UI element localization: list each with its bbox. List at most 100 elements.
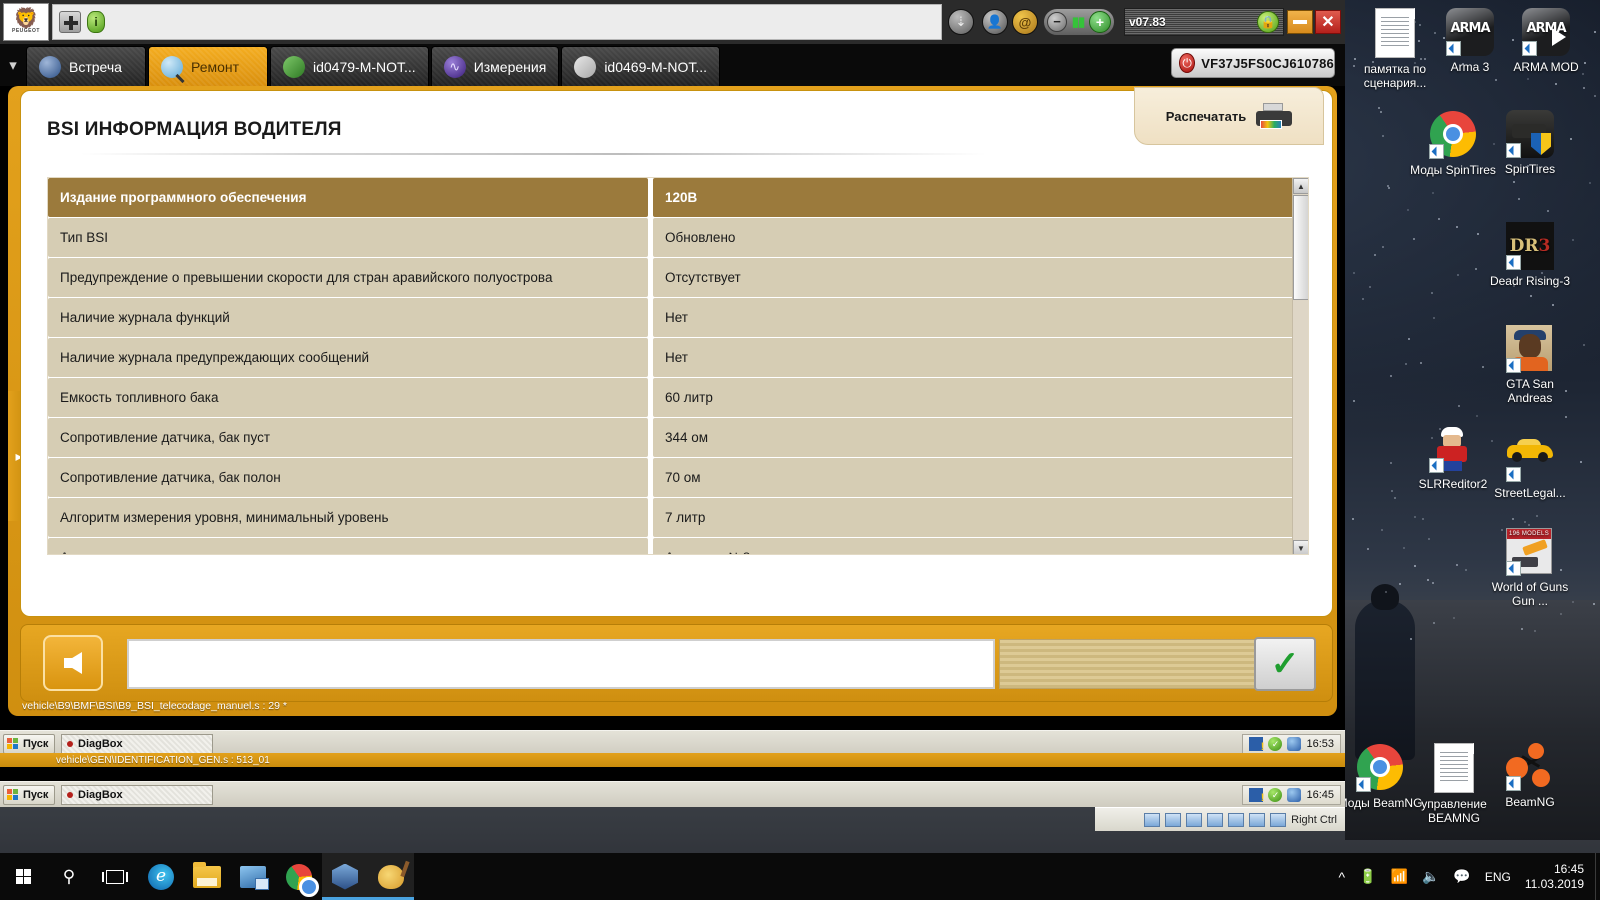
table-header-name: Издание программного обеспечения (48, 178, 648, 217)
vm-audio-icon[interactable] (1249, 813, 1265, 827)
vm-usb-icon[interactable] (1186, 813, 1202, 827)
power-icon[interactable]: ⏻ (1179, 53, 1195, 73)
virtualbox-icon[interactable] (322, 853, 368, 900)
desktop-icon-gta-san-andreas[interactable]: GTA San Andreas (1487, 325, 1573, 405)
paint-icon[interactable] (368, 853, 414, 900)
vin-display[interactable]: ⏻ VF37J5FS0CJ610786 (1171, 48, 1335, 78)
vm-capture-icon[interactable] (1270, 813, 1286, 827)
desktop-icon-arma3[interactable]: ARMA Arma 3 (1427, 8, 1513, 74)
zoom-control[interactable]: − ▮▮ + (1043, 8, 1115, 36)
action-center-icon[interactable]: 💬 (1453, 868, 1470, 885)
zoom-out-button[interactable]: − (1047, 12, 1067, 32)
desktop-icon-streetlegal[interactable]: StreetLegal... (1487, 425, 1573, 500)
show-desktop-button[interactable] (1595, 853, 1600, 900)
tab-id0479[interactable]: id0479-M-NOT... (270, 46, 429, 86)
desktop-icon-mody-spintires[interactable]: Моды SpinTires (1410, 110, 1496, 177)
content-page: BSI ИНФОРМАЦИЯ ВОДИТЕЛЯ Распечатать Изда… (20, 90, 1333, 617)
email-icon[interactable]: @ (1012, 9, 1038, 35)
tab-remont[interactable]: Ремонт (148, 46, 268, 86)
security-ok-icon[interactable] (1268, 737, 1282, 751)
vm-shared-folder-icon[interactable] (1207, 813, 1223, 827)
vm-display-icon[interactable] (1228, 813, 1244, 827)
chrome-icon[interactable] (276, 853, 322, 900)
desktop-icon-spintires[interactable]: SpinTires (1487, 110, 1573, 176)
desktop-icon-upravlenie-beamng[interactable]: управление BEAMNG (1411, 743, 1497, 825)
search-icon[interactable]: ⚲ (46, 853, 92, 900)
table-row[interactable]: Наличие журнала предупреждающих сообщени… (48, 338, 1308, 377)
confirm-button[interactable]: ✓ (1254, 637, 1316, 691)
table-header-row: Издание программного обеспечения 120B (48, 178, 1308, 217)
battery-icon[interactable]: 🔋 (1359, 868, 1376, 885)
xp-taskbar-bottom: Пуск DiagBox 16:45 (0, 781, 1345, 807)
desktop-icon-label: ARMA MOD (1503, 60, 1589, 74)
table-row[interactable]: Сопротивление датчика, бак пуст 344 ом (48, 418, 1308, 457)
taskbar-item-label: DiagBox (78, 789, 123, 801)
shield-icon[interactable] (1287, 788, 1301, 802)
shield-icon[interactable] (1287, 737, 1301, 751)
table-scrollbar[interactable]: ▲ ▼ (1292, 178, 1308, 555)
print-button[interactable]: Распечатать (1134, 87, 1324, 145)
shortcut-overlay-icon (1506, 358, 1521, 373)
table-row[interactable]: Наличие журнала функций Нет (48, 298, 1308, 337)
windows-taskbar: ⚲ e ^ 🔋 📶 🔈 💬 ENG 16:45 11.03.2019 (0, 853, 1600, 900)
chevron-down-icon[interactable]: ▾ (0, 44, 26, 86)
file-explorer-icon[interactable] (184, 853, 230, 900)
minimize-button[interactable] (1287, 10, 1313, 34)
desktop-icon-arma-mod[interactable]: ARMA ARMA MOD (1503, 8, 1589, 74)
scroll-down-button[interactable]: ▼ (1293, 540, 1309, 555)
tab-izmereniya[interactable]: Измерения (431, 46, 560, 86)
close-button[interactable]: ✕ (1315, 10, 1341, 34)
download-icon[interactable]: ⇣ (948, 9, 974, 35)
table-row[interactable]: Алгоритм измерения уровня топлива Алгори… (48, 538, 1308, 555)
add-button[interactable] (59, 11, 81, 33)
start-label: Пуск (23, 789, 48, 801)
desktop-icon-dead-rising-3[interactable]: DR 3 Deadr Rising-3 (1487, 222, 1573, 288)
back-button[interactable] (43, 635, 103, 691)
language-indicator[interactable]: ENG (1485, 870, 1511, 884)
desktop-icon-beamng[interactable]: BeamNG (1487, 743, 1573, 809)
taskbar-item-diagbox[interactable]: DiagBox (61, 785, 213, 805)
table-row[interactable]: Тип BSI Обновлено (48, 218, 1308, 257)
desktop-icon-slrreditor2[interactable]: SLRReditor2 (1410, 425, 1496, 491)
task-view-icon[interactable] (92, 853, 138, 900)
edge-icon[interactable]: e (138, 853, 184, 900)
lock-icon[interactable]: 🔒 (1257, 11, 1279, 33)
warning-icon[interactable] (1249, 788, 1263, 802)
tab-id0469[interactable]: id0469-M-NOT... (561, 46, 720, 86)
app-icon (67, 741, 73, 747)
lion-glyph: 🦁 (14, 10, 39, 28)
desktop-icon-pamyatka[interactable]: памятка по сценария... (1352, 8, 1438, 90)
scrollbar-thumb[interactable] (1293, 195, 1309, 300)
start-button[interactable]: Пуск (3, 785, 55, 805)
tab-vstrecha[interactable]: Встреча (26, 46, 146, 86)
show-hidden-icons-chevron-icon[interactable]: ^ (1338, 869, 1345, 885)
wifi-icon[interactable]: 📶 (1391, 868, 1408, 885)
info-icon[interactable]: i (87, 11, 105, 33)
desktop-icon-label: World of Guns Gun ... (1487, 580, 1573, 608)
warning-icon[interactable] (1249, 737, 1263, 751)
row-value: Алгоритм №8 (653, 538, 1308, 555)
tab-label: id0479-M-NOT... (313, 59, 416, 75)
tab-label: id0469-M-NOT... (604, 59, 707, 75)
table-row[interactable]: Алгоритм измерения уровня, минимальный у… (48, 498, 1308, 537)
start-icon[interactable] (0, 853, 46, 900)
volume-icon[interactable]: 🔈 (1422, 868, 1439, 885)
address-bar[interactable]: i (52, 4, 942, 40)
start-button[interactable]: Пуск (3, 734, 55, 754)
clock[interactable]: 16:45 11.03.2019 (1525, 862, 1584, 892)
table-row[interactable]: Предупреждение о превышении скорости для… (48, 258, 1308, 297)
table-row[interactable]: Емкость топливного бака 60 литр (48, 378, 1308, 417)
security-ok-icon[interactable] (1268, 788, 1282, 802)
row-value: Нет (653, 338, 1308, 377)
user-icon[interactable]: 👤 (982, 9, 1008, 35)
taskbar-item-diagbox[interactable]: DiagBox (61, 734, 213, 754)
vm-disk-icon[interactable] (1144, 813, 1160, 827)
tab-strip: ▾ Встреча Ремонт id0479-M-NOT... Измерен… (0, 44, 1345, 86)
table-row[interactable]: Сопротивление датчика, бак полон 70 ом (48, 458, 1308, 497)
command-input[interactable] (127, 639, 995, 689)
scroll-up-button[interactable]: ▲ (1293, 178, 1309, 194)
desktop-icon-world-of-guns[interactable]: 196 MODELS World of Guns Gun ... (1487, 528, 1573, 608)
vm-network-icon[interactable] (1165, 813, 1181, 827)
zoom-in-button[interactable]: + (1089, 11, 1111, 33)
network-icon[interactable] (230, 853, 276, 900)
